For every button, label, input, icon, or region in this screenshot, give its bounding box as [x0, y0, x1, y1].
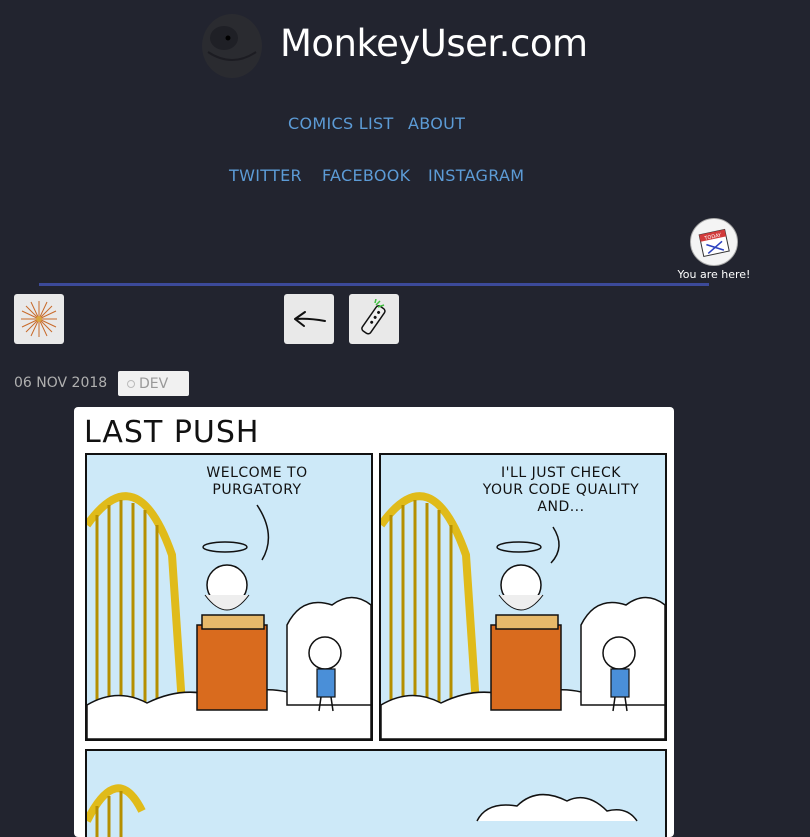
nav-comics-list[interactable]: COMICS LIST — [288, 114, 394, 133]
tag-label: DEV — [139, 375, 169, 392]
comic-panel-2: I'LL JUST CHECK YOUR CODE QUALITY AND... — [379, 453, 667, 741]
nav-about[interactable]: ABOUT — [408, 114, 465, 133]
today-marker[interactable]: TODAY You are here! — [674, 218, 754, 281]
comic-panel-3 — [85, 749, 667, 837]
remote-icon — [361, 299, 386, 335]
latest-comic-button[interactable] — [349, 294, 399, 344]
nav-instagram[interactable]: INSTAGRAM — [428, 166, 524, 185]
post-date: 06 NOV 2018 — [14, 375, 108, 391]
comic-image: LAST PUSH WELCOME TO PURGATORY I'LL JUST… — [74, 407, 674, 837]
arrow-left-icon — [294, 311, 326, 327]
comic-title: LAST PUSH — [84, 415, 260, 450]
previous-comic-button[interactable] — [284, 294, 334, 344]
tag-dot-icon — [127, 379, 135, 388]
sparkle-icon — [21, 301, 57, 337]
you-are-here-label: You are here! — [677, 268, 751, 281]
speech-bubble: WELCOME TO PURGATORY — [206, 465, 308, 498]
nav-facebook[interactable]: FACEBOOK — [322, 166, 410, 185]
tag-dev[interactable]: DEV — [118, 371, 189, 396]
nav-twitter[interactable]: TWITTER — [229, 166, 302, 185]
timeline-bar[interactable] — [39, 283, 709, 286]
site-title[interactable]: MonkeyUser.com — [280, 22, 588, 65]
random-comic-button[interactable] — [14, 294, 64, 344]
monkey-logo[interactable] — [198, 12, 266, 80]
calendar-icon: TODAY — [690, 218, 738, 266]
speech-bubble: I'LL JUST CHECK YOUR CODE QUALITY AND... — [482, 465, 640, 515]
comic-panel-1: WELCOME TO PURGATORY — [85, 453, 373, 741]
